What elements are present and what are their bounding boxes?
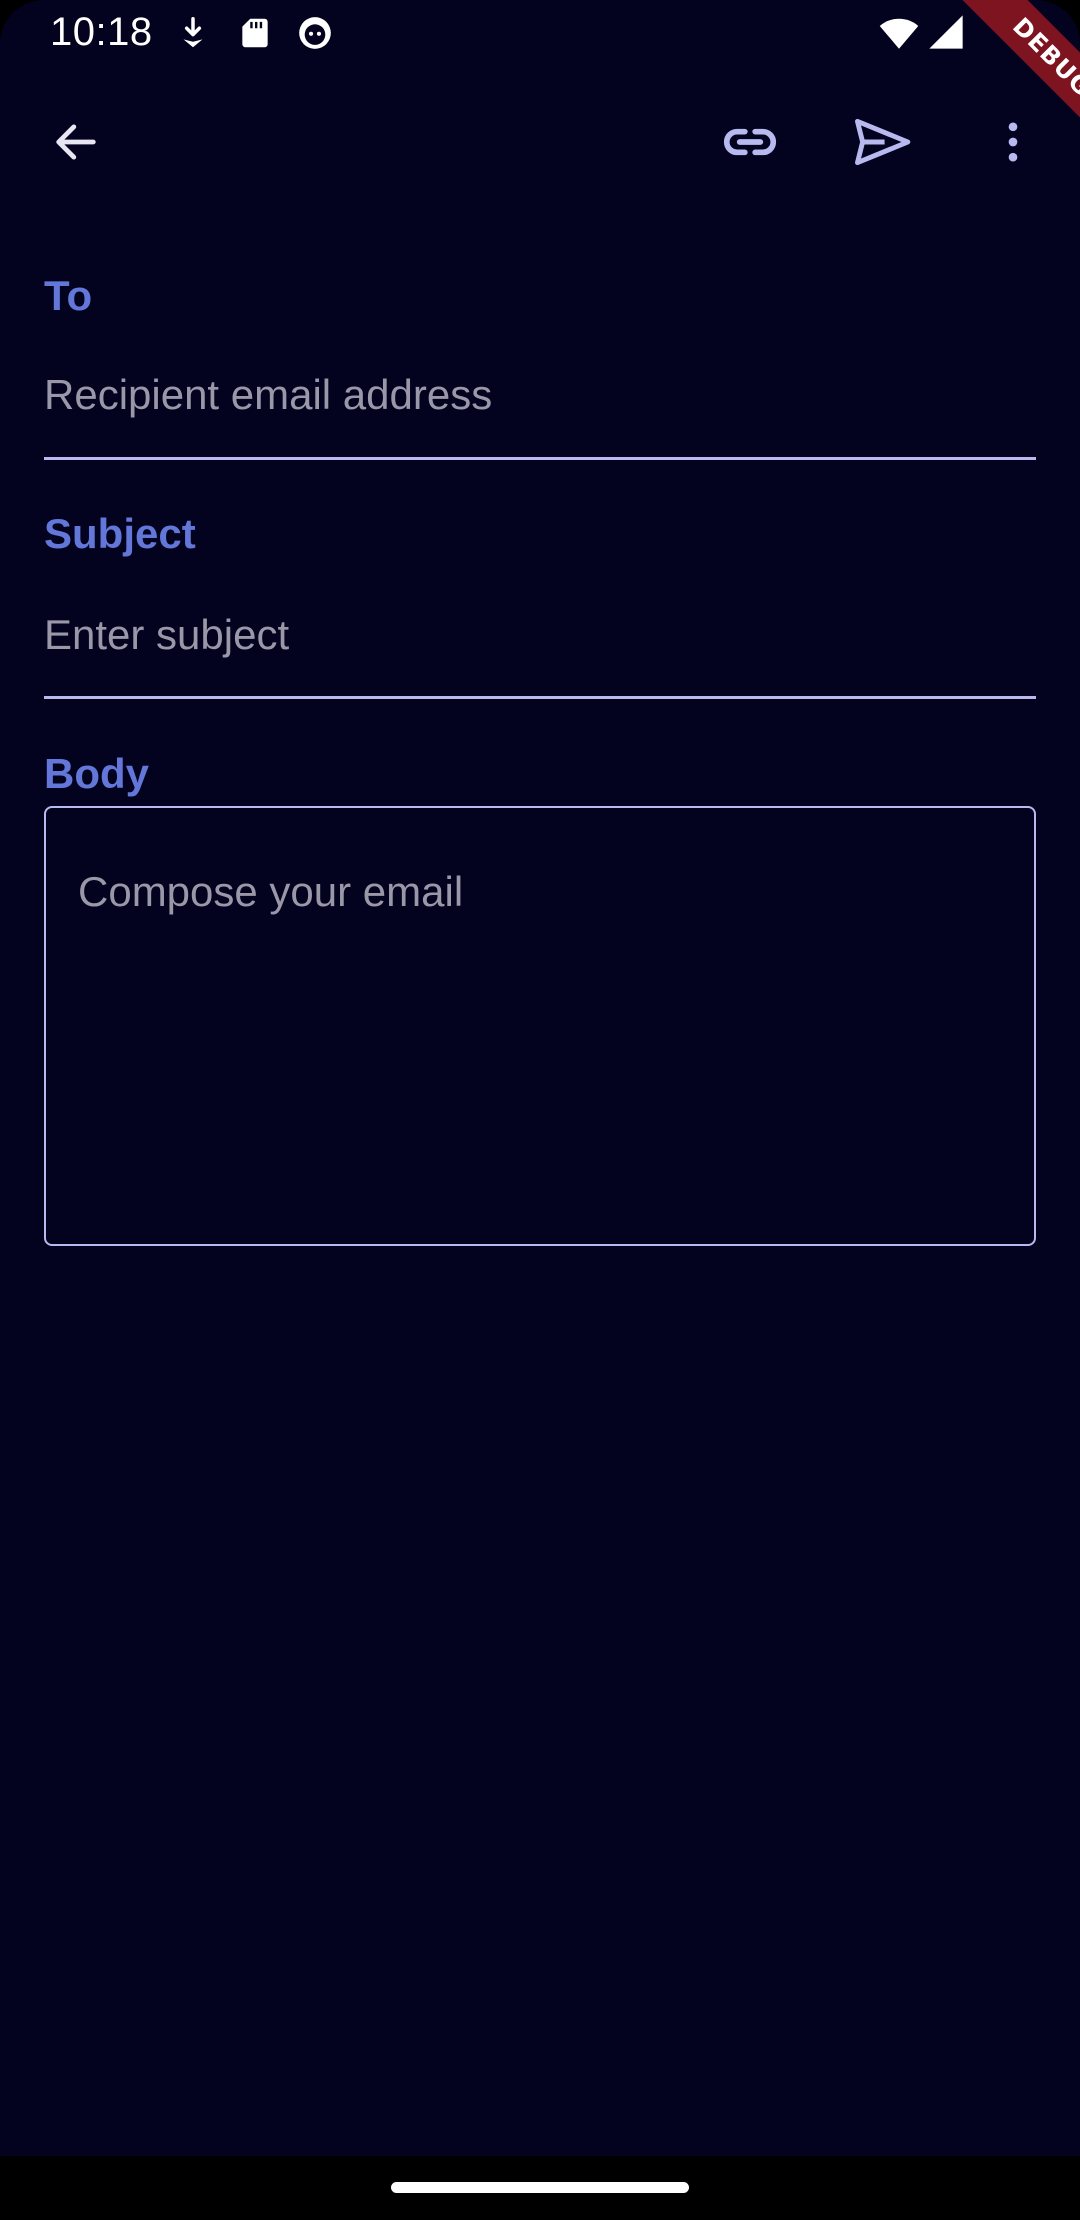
attach-link-button[interactable] <box>710 102 790 182</box>
cat-face-icon <box>296 14 334 52</box>
download-icon <box>174 14 212 52</box>
sd-card-icon <box>236 14 274 52</box>
body-placeholder: Compose your email <box>78 868 464 915</box>
wifi-icon <box>878 12 920 54</box>
more-options-button[interactable] <box>973 102 1053 182</box>
more-vert-icon <box>1008 122 1018 162</box>
compose-screen: 10:18 DEBUG To Recipient email address S… <box>0 0 1080 2156</box>
subject-underline <box>44 696 1036 699</box>
home-gesture-handle[interactable] <box>391 2182 689 2193</box>
to-input[interactable]: Recipient email address <box>44 360 1036 430</box>
to-label: To <box>44 272 93 319</box>
body-textarea[interactable]: Compose your email <box>44 806 1036 1246</box>
app-bar <box>0 80 1080 204</box>
send-icon <box>855 118 911 166</box>
subject-label: Subject <box>44 510 196 557</box>
back-arrow-icon <box>56 124 96 160</box>
send-button[interactable] <box>842 102 922 182</box>
system-navigation-bar <box>0 2156 1080 2220</box>
subject-input[interactable]: Enter subject <box>44 600 1036 670</box>
link-icon <box>723 128 777 156</box>
back-button[interactable] <box>36 102 116 182</box>
body-label: Body <box>44 750 149 797</box>
status-time: 10:18 <box>50 10 153 54</box>
to-underline <box>44 457 1036 460</box>
status-bar: 10:18 <box>0 0 1080 66</box>
